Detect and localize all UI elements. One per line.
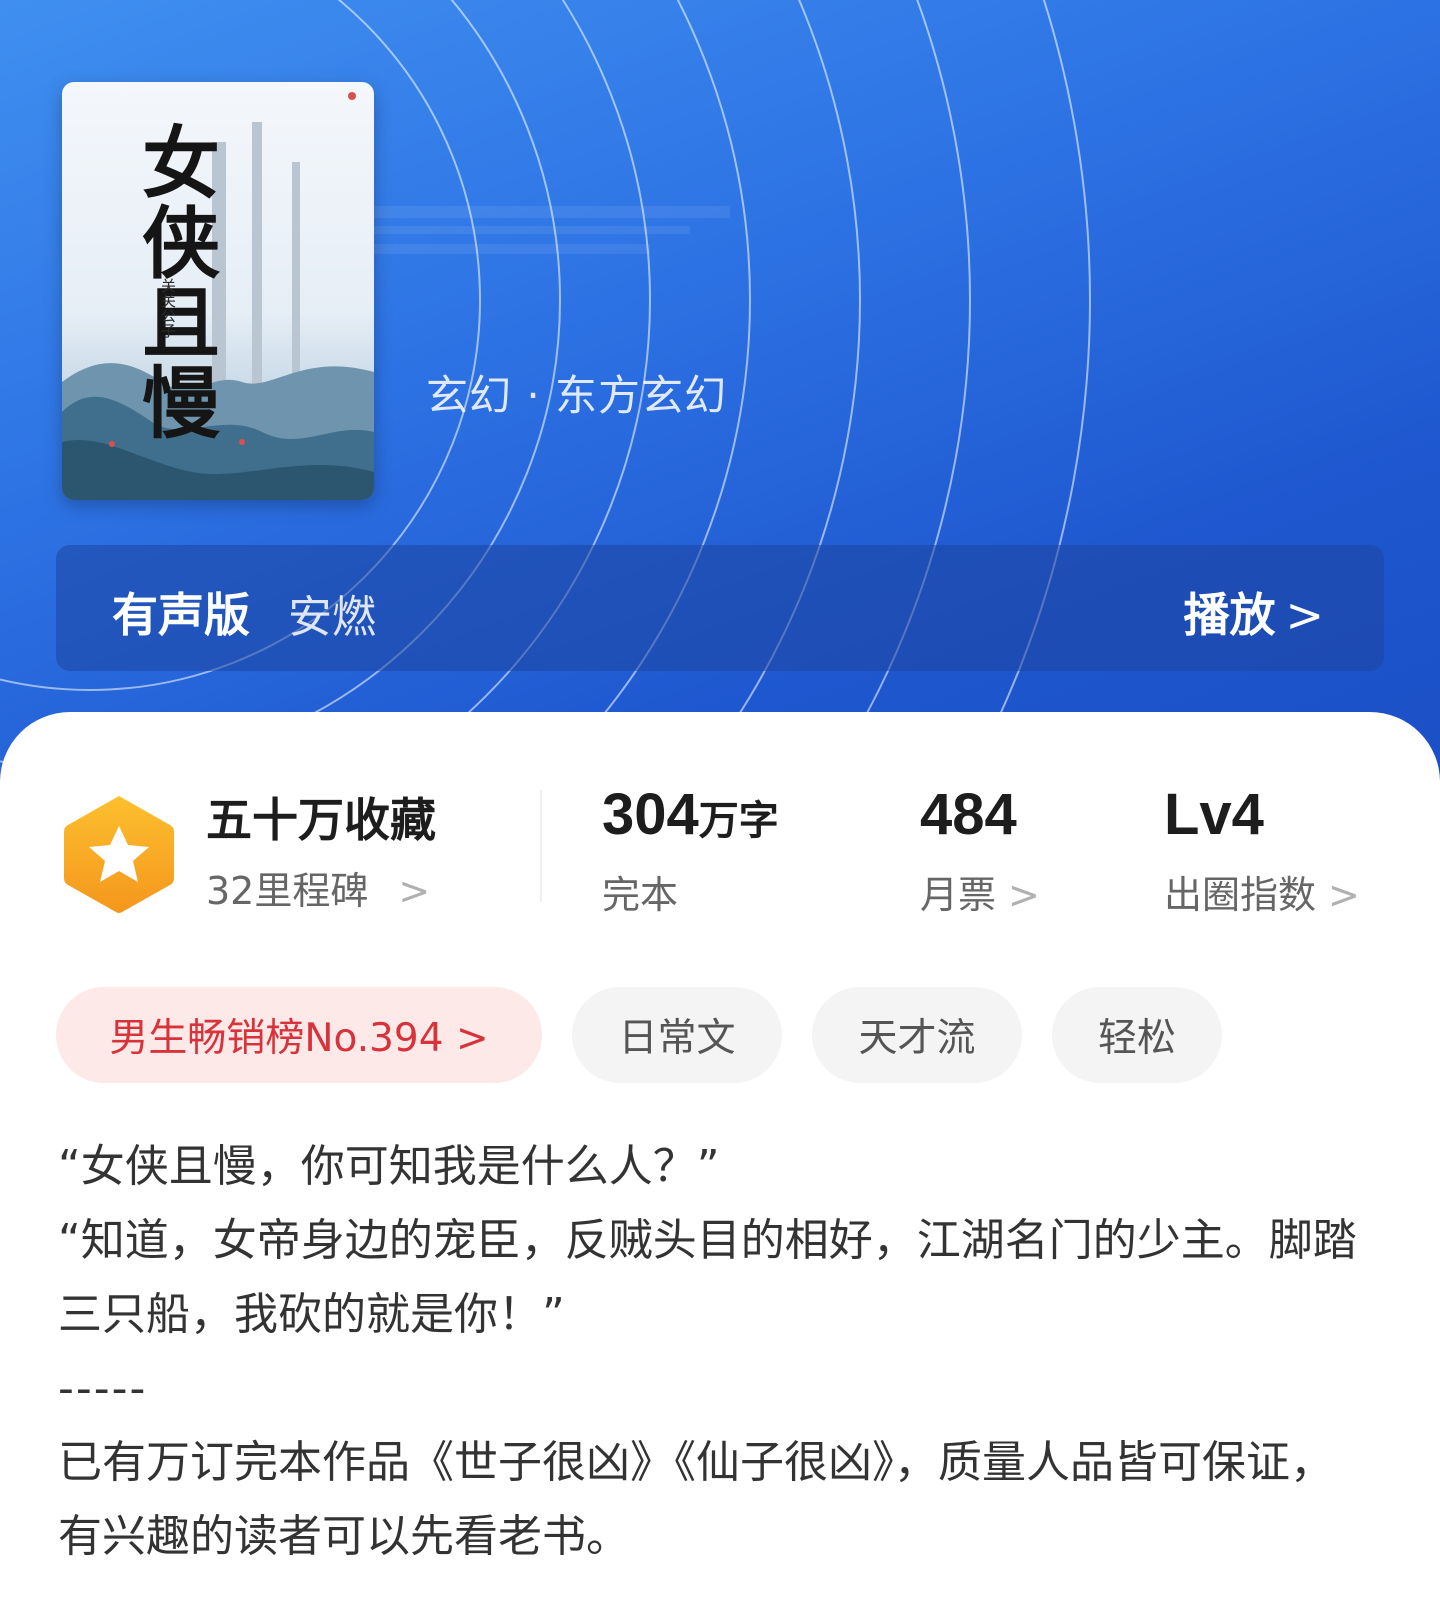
word-count-value: 304 (602, 782, 699, 847)
chevron-right-icon: > (398, 869, 431, 913)
description-line: “知道，女帝身边的宠臣，反贼头目的相好，江湖名门的少主。脚踏三只船，我砍的就是你… (58, 1215, 1357, 1340)
cover-author: 关关公子 (159, 278, 177, 338)
star-hexagon-icon (64, 796, 174, 913)
word-count-stat: 304万字 完本 (602, 784, 779, 919)
genre-label[interactable]: 玄幻 · 东方玄幻 (426, 362, 727, 423)
chevron-right-icon: > (1285, 588, 1324, 642)
popularity-index-label: 出圈指数 (1164, 873, 1317, 917)
book-description[interactable]: “女侠且慢，你可知我是什么人？” “知道，女帝身边的宠臣，反贼头目的相好，江湖名… (58, 1130, 1358, 1574)
tag-daily-life[interactable]: 日常文 (572, 987, 782, 1083)
book-cover[interactable]: 女侠且慢 关关公子 (62, 82, 374, 500)
book-info-panel: 五十万收藏 32里程碑 > 304万字 完本 484 月票 > Lv4 出圈指数 > … (0, 712, 1440, 1600)
description-line: 已有万订完本作品《世子很凶》《仙子很凶》，质量人品皆可保证，有兴趣的读者可以先看… (58, 1437, 1334, 1562)
description-separator: ----- (58, 1363, 148, 1414)
milestone-label: 32里程碑 (206, 869, 369, 913)
milestone-link[interactable]: 32里程碑 > (206, 860, 430, 915)
monthly-votes-value: 484 (920, 782, 1017, 847)
bestseller-rank-tag[interactable]: 男生畅销榜No.394 > (56, 987, 542, 1083)
narrator-name: 安燃 (288, 592, 376, 643)
cover-title: 女侠且慢 (129, 122, 220, 442)
description-line: “女侠且慢，你可知我是什么人？” (58, 1141, 720, 1192)
monthly-votes-label: 月票 (920, 873, 997, 917)
popularity-level-value: Lv4 (1164, 782, 1264, 847)
tag-relaxing[interactable]: 轻松 (1052, 987, 1222, 1083)
play-label: 播放 (1183, 588, 1276, 642)
audio-version-label: 有声版 (112, 588, 250, 642)
divider (540, 790, 542, 902)
completion-status: 完本 (602, 873, 679, 917)
audio-version-bar[interactable]: 有声版 安燃 播放 > (56, 545, 1384, 671)
book-header: 女侠且慢 关关公子 玄幻 · 东方玄幻 有声版 安燃 播放 > (0, 0, 1440, 780)
popularity-index-stat[interactable]: Lv4 出圈指数 > (1164, 784, 1360, 919)
chevron-right-icon: > (1328, 873, 1360, 917)
favorites-count: 五十万收藏 (206, 793, 436, 847)
chevron-right-icon: > (1008, 873, 1040, 917)
play-button[interactable]: 播放 > (1183, 579, 1324, 645)
word-count-unit: 万字 (698, 798, 779, 844)
monthly-votes-stat[interactable]: 484 月票 > (920, 784, 1040, 919)
tag-genius[interactable]: 天才流 (812, 987, 1022, 1083)
